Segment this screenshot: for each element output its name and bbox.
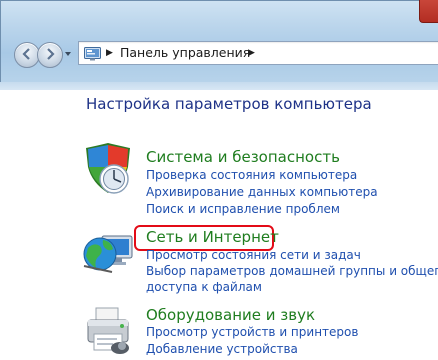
link-view-network-status[interactable]: Просмотр состояния сети и задач (146, 248, 361, 263)
window-border-top (0, 0, 438, 1)
forward-button[interactable] (37, 42, 63, 68)
link-check-computer-status[interactable]: Проверка состояния компьютера (146, 168, 357, 183)
control-panel-window: ▶ Панель управления ▶ Настройка параметр… (0, 0, 438, 360)
link-homegroup-sharing-cont[interactable]: доступа к файлам (146, 280, 262, 295)
category-network-internet-title[interactable]: Сеть и Интернет (146, 228, 279, 246)
breadcrumb-separator-icon[interactable]: ▶ (106, 47, 113, 59)
link-homegroup-sharing[interactable]: Выбор параметров домашней группы и общег… (146, 264, 438, 279)
breadcrumb-separator-icon[interactable]: ▶ (248, 47, 255, 59)
window-border-left (0, 0, 1, 82)
page-heading: Настройка параметров компьютера (86, 95, 372, 113)
printer-icon[interactable] (82, 304, 132, 354)
link-find-fix-problems[interactable]: Поиск и исправление проблем (146, 202, 340, 217)
link-backup-computer[interactable]: Архивирование данных компьютера (146, 185, 378, 200)
back-arrow-icon (21, 47, 33, 63)
breadcrumb-control-panel[interactable]: Панель управления (120, 45, 250, 61)
control-panel-icon (84, 46, 101, 61)
address-bar[interactable]: ▶ Панель управления ▶ (78, 41, 438, 65)
shield-icon[interactable] (82, 143, 132, 194)
forward-arrow-icon (44, 47, 56, 63)
category-system-security-title[interactable]: Система и безопасность (146, 148, 340, 166)
network-globe-icon[interactable] (82, 226, 133, 276)
recent-pages-dropdown[interactable] (64, 50, 72, 58)
category-hardware-sound-title[interactable]: Оборудование и звук (146, 306, 315, 324)
title-bar: ▶ Панель управления ▶ (0, 0, 438, 82)
link-add-device[interactable]: Добавление устройства (146, 342, 298, 357)
link-view-devices-printers[interactable]: Просмотр устройств и принтеров (146, 325, 358, 340)
close-button[interactable] (419, 0, 438, 23)
